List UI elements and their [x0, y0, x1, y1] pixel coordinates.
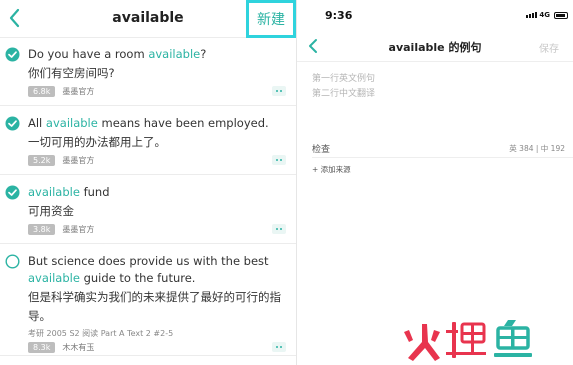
- status-time: 9:36: [325, 9, 353, 22]
- example-input[interactable]: 第一行英文例句 第二行中文翻译: [297, 62, 573, 138]
- check-label: 检查: [312, 145, 331, 155]
- example-source: 墨墨官方: [62, 156, 95, 165]
- example-meta: 8.3k 木木有玉: [28, 342, 286, 353]
- example-english: All available means have been employed.: [28, 115, 286, 132]
- example-item[interactable]: Do you have a room available? 你们有空房间吗? 6.8…: [0, 38, 296, 106]
- example-english: available fund: [28, 184, 286, 201]
- new-button[interactable]: 新建: [246, 0, 296, 38]
- example-list-panel: available 新建 Do you have a room availabl…: [0, 0, 296, 365]
- usage-count-badge: 5.2k: [28, 155, 56, 166]
- example-source: 木木有玉: [62, 343, 95, 352]
- usage-count-badge: 3.8k: [28, 224, 56, 235]
- placeholder-line-1: 第一行英文例句: [312, 74, 376, 84]
- more-options-icon[interactable]: [272, 86, 286, 96]
- english-text: means have been employed.: [97, 116, 269, 130]
- english-text: But science does provide us with the bes…: [28, 254, 269, 268]
- example-chinese: 你们有空房间吗?: [28, 66, 115, 80]
- battery-icon: [554, 12, 568, 19]
- checked-circle-icon[interactable]: [5, 116, 20, 131]
- example-english: Do you have a room available?: [28, 46, 286, 63]
- example-source: 墨墨官方: [62, 87, 95, 96]
- checked-circle-icon[interactable]: [5, 185, 20, 200]
- more-options-icon[interactable]: [272, 224, 286, 234]
- english-text: guide to the future.: [79, 271, 196, 285]
- check-row[interactable]: 检查 英 384 | 中 192: [312, 138, 573, 158]
- char-count: 英 384 | 中 192: [509, 144, 565, 153]
- add-source-link[interactable]: + 添加来源: [312, 164, 573, 175]
- example-chinese: 可用资金: [28, 204, 74, 218]
- placeholder-line-2: 第二行中文翻译: [312, 89, 376, 99]
- example-english: But science does provide us with the bes…: [28, 253, 286, 287]
- save-button[interactable]: 保存: [539, 40, 559, 55]
- english-text: All: [28, 116, 46, 130]
- status-bar: 9:36 4G: [297, 0, 573, 30]
- example-item[interactable]: All available means have been employed. 一…: [0, 106, 296, 175]
- usage-count-badge: 8.3k: [28, 342, 56, 353]
- example-list: Do you have a room available? 你们有空房间吗? 6.8…: [0, 38, 296, 356]
- more-options-icon[interactable]: [272, 155, 286, 165]
- usage-count-badge: 6.8k: [28, 86, 56, 97]
- network-label: 4G: [539, 11, 550, 19]
- unchecked-circle-icon[interactable]: [5, 254, 20, 269]
- highlighted-word: available: [45, 116, 98, 130]
- add-example-panel: 9:36 4G available 的例句 保存 第一行英文例句 第二行中文翻译…: [297, 0, 573, 365]
- watermark-logo: [404, 320, 532, 361]
- example-meta: 5.2k 墨墨官方: [28, 155, 286, 166]
- example-item[interactable]: available fund 可用资金 3.8k 墨墨官方: [0, 175, 296, 244]
- example-meta: 3.8k 墨墨官方: [28, 224, 286, 235]
- signal-icon: [526, 12, 537, 18]
- example-meta: 6.8k 墨墨官方: [28, 86, 286, 97]
- checked-circle-icon[interactable]: [5, 47, 20, 62]
- highlighted-word: available: [148, 47, 201, 61]
- english-text: ?: [200, 47, 207, 61]
- example-chinese: 但是科学确实为我们的未来提供了最好的可行的指导。: [28, 290, 281, 323]
- example-source: 墨墨官方: [62, 225, 95, 234]
- more-options-icon[interactable]: [272, 342, 286, 352]
- highlighted-word: available: [28, 271, 80, 285]
- left-header: available 新建: [0, 0, 296, 38]
- example-chinese: 一切可用的办法都用上了。: [28, 135, 166, 149]
- english-text: Do you have a room: [28, 47, 149, 61]
- editor-title: available 的例句: [388, 41, 482, 54]
- right-header: available 的例句 保存: [297, 30, 573, 62]
- example-reference: 考研 2005 S2 阅读 Part A Text 2 #2-5: [28, 329, 174, 338]
- english-text: fund: [79, 185, 110, 199]
- highlighted-word: available: [28, 185, 80, 199]
- example-item[interactable]: But science does provide us with the bes…: [0, 244, 296, 356]
